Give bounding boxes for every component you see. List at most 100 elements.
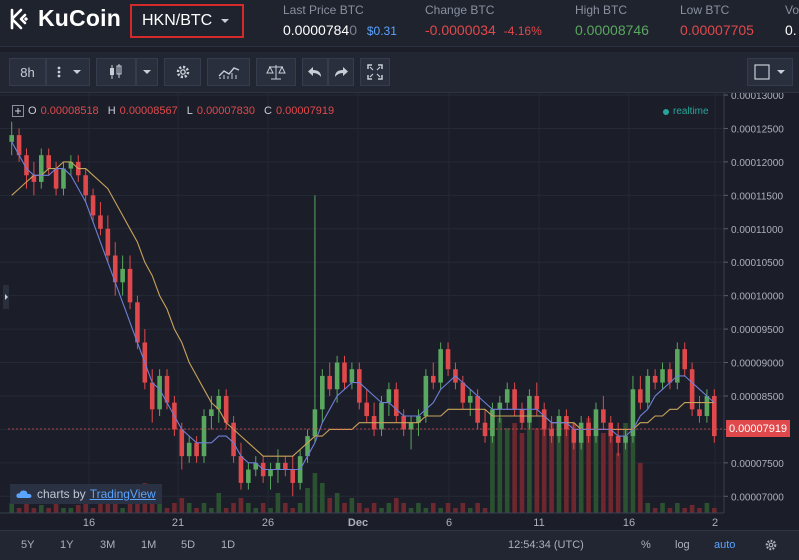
- high-label: H: [107, 105, 116, 117]
- price-chart[interactable]: 0.00013000 0.00012500 0.00012000 0.00011500…: [0, 91, 799, 530]
- interval-button[interactable]: 8h: [9, 58, 46, 86]
- candle-body: [342, 362, 347, 383]
- low-label: L: [186, 105, 193, 117]
- kucoin-logo[interactable]: KuCoin: [8, 5, 121, 32]
- interval-dropdown-button[interactable]: [46, 58, 90, 86]
- volume-bar: [16, 508, 22, 513]
- candles-icon: [110, 64, 122, 79]
- volume-bar: [615, 453, 621, 513]
- settings-button[interactable]: [164, 58, 201, 86]
- candle-body: [593, 409, 599, 437]
- candle-body: [209, 409, 214, 417]
- volume-bar: [61, 508, 66, 513]
- undo-icon: [308, 67, 321, 77]
- volume-bar: [231, 503, 236, 513]
- range-5y-button[interactable]: 5Y: [21, 539, 34, 551]
- chart-type-dropdown[interactable]: [136, 58, 158, 86]
- candle-body: [275, 462, 281, 470]
- volume-bar: [268, 508, 273, 513]
- volume-bar: [504, 428, 510, 513]
- volume-bar: [357, 503, 362, 513]
- indicators-button[interactable]: [207, 58, 250, 86]
- price-tick-label: 0.00011000: [731, 225, 784, 236]
- candle-body: [408, 422, 414, 430]
- high-value: 0.00008746: [575, 22, 649, 38]
- volume-bar: [38, 505, 44, 513]
- volume-bar: [24, 503, 29, 513]
- undo-button[interactable]: [302, 58, 328, 86]
- open-value: 0.00008518: [40, 105, 99, 117]
- range-1y-button[interactable]: 1Y: [60, 539, 73, 551]
- volume-bar: [283, 503, 288, 513]
- tradingview-cloud-icon: [16, 490, 32, 498]
- volume-bar: [482, 508, 488, 513]
- volume-bar: [467, 508, 473, 513]
- fullscreen-button[interactable]: [360, 58, 390, 86]
- price-tick-label: 0.00012500: [731, 124, 784, 135]
- volume-bar: [46, 508, 51, 513]
- volume-bar: [638, 463, 643, 513]
- pair-selector[interactable]: HKN/BTC: [130, 4, 244, 38]
- compare-button[interactable]: [256, 58, 296, 86]
- candle-body: [497, 402, 503, 410]
- low-value: 0.00007830: [196, 105, 256, 117]
- auto-scale-toggle[interactable]: auto: [714, 539, 735, 551]
- candle-body: [120, 268, 125, 283]
- volume-bar: [527, 423, 532, 513]
- candle-body: [430, 375, 436, 383]
- percent-scale-toggle[interactable]: %: [641, 539, 651, 551]
- chart-type-button[interactable]: [96, 58, 136, 86]
- volume-bar: [460, 503, 466, 513]
- volume-bar: [401, 503, 406, 513]
- range-3m-button[interactable]: 3M: [100, 539, 115, 551]
- layout-selector[interactable]: [747, 58, 793, 86]
- gear-icon[interactable]: [764, 538, 778, 552]
- candle-body: [186, 442, 192, 457]
- redo-button[interactable]: [328, 58, 354, 86]
- candle-body: [438, 349, 443, 383]
- price-tick-label: 0.00012000: [731, 158, 784, 169]
- interval-label: 8h: [20, 64, 35, 80]
- low-stat: Low BTC 0.00007705: [680, 3, 754, 38]
- volume-bar: [689, 505, 695, 513]
- volume-bar: [31, 508, 37, 513]
- candle-body: [38, 155, 44, 182]
- volume-bar: [238, 498, 244, 513]
- candle-body: [238, 456, 244, 483]
- volume-bar: [216, 493, 222, 513]
- candle-body: [556, 416, 562, 437]
- chart-canvas[interactable]: 0.00013000 0.00012500 0.00012000 0.00011500…: [0, 91, 799, 530]
- volume-bar: [519, 433, 525, 513]
- time-tick-label: Dec: [348, 517, 368, 529]
- gear-icon: [176, 65, 189, 79]
- candle-body: [660, 369, 665, 383]
- candle-body: [512, 389, 517, 410]
- volume-bar: [379, 508, 384, 513]
- candle-body: [364, 402, 369, 417]
- volume-bar: [186, 503, 192, 513]
- candle-body: [312, 409, 318, 437]
- volume-bar: [201, 503, 207, 513]
- range-1m-button[interactable]: 1M: [141, 539, 156, 551]
- add-indicator-icon[interactable]: [12, 105, 24, 117]
- current-price-value: 0.00007919: [728, 422, 788, 435]
- change-number: -0.0000034: [425, 22, 496, 38]
- candle-body: [53, 168, 59, 189]
- tradingview-link[interactable]: TradingView: [90, 487, 156, 501]
- candle-body: [697, 409, 702, 417]
- time-tick-label: 2: [712, 517, 718, 529]
- candle-body: [601, 409, 606, 423]
- log-scale-toggle[interactable]: log: [675, 539, 690, 551]
- range-1d-button[interactable]: 1D: [221, 539, 235, 551]
- price-tick-label: 0.00011500: [731, 191, 784, 202]
- range-5d-button[interactable]: 5D: [181, 539, 195, 551]
- candle-body: [334, 362, 340, 390]
- chart-toolbar: 8h: [0, 52, 799, 93]
- candle-body: [615, 436, 621, 443]
- volume-bar: [393, 498, 399, 513]
- time-tick-label: 16: [623, 517, 635, 529]
- volume-value: 0.: [785, 22, 797, 38]
- candle-body: [682, 349, 688, 370]
- volume-bar: [179, 498, 185, 513]
- volume-bar: [290, 508, 296, 513]
